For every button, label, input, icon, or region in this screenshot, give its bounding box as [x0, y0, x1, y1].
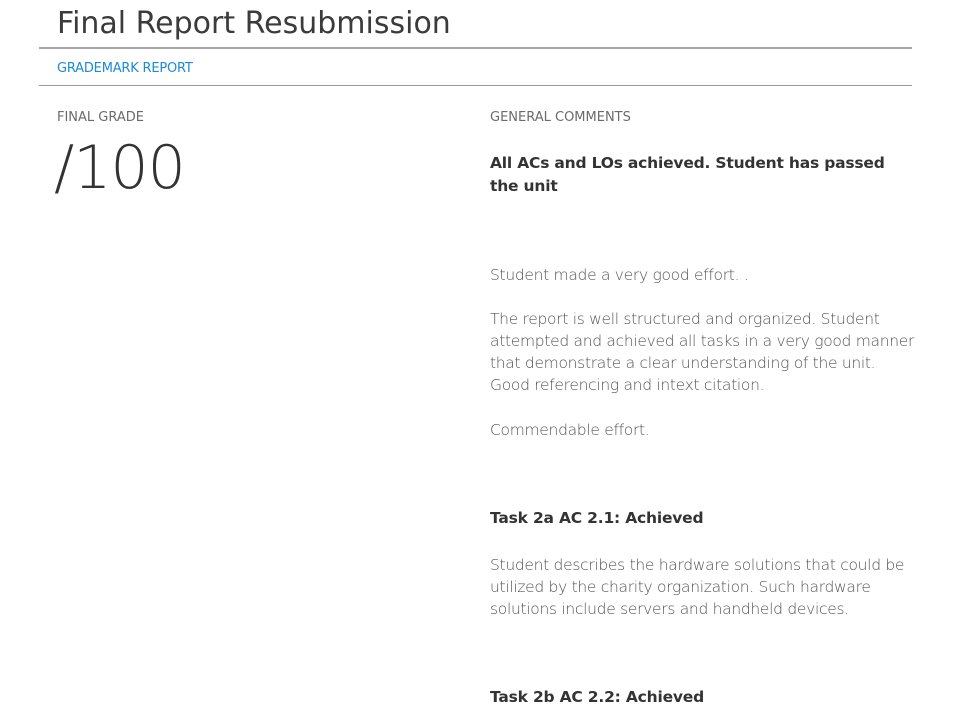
final-grade-value: /100: [54, 133, 186, 203]
task-heading: Task 2a AC 2.1: Achieved: [490, 509, 704, 527]
final-grade-label: FINAL GRADE: [57, 110, 145, 125]
comment-paragraph: Commendable effort.: [490, 421, 650, 439]
section-divider: [39, 85, 912, 86]
comments-summary: All ACs and LOs achieved. Student has pa…: [490, 154, 885, 195]
comment-paragraph: The report is well structured and organi…: [490, 310, 915, 394]
general-comments: GENERAL COMMENTS All ACs and LOs achieve…: [490, 110, 915, 709]
page-title: Final Report Resubmission: [57, 6, 451, 41]
task-heading: Task 2b AC 2.2: Achieved: [490, 688, 705, 706]
comment-paragraph: Student made a very good effort. .: [490, 266, 749, 284]
grademark-page: Final Report Resubmission GRADEMARK REPO…: [0, 0, 966, 727]
general-comments-label: GENERAL COMMENTS: [490, 110, 631, 125]
task-comment: Student describes the hardware solutions…: [490, 556, 905, 618]
title-divider: [39, 47, 912, 49]
grademark-report-link[interactable]: GRADEMARK REPORT: [57, 61, 193, 76]
